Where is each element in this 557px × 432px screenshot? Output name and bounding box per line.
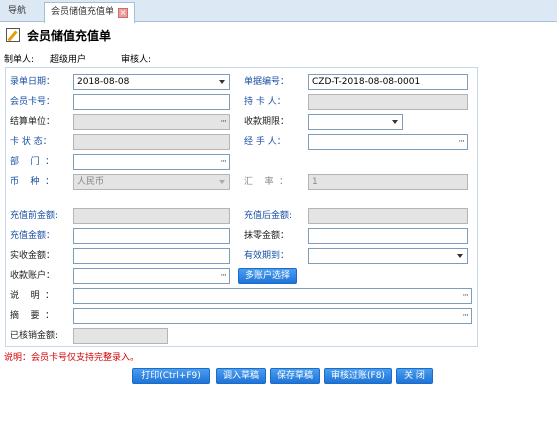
exchange-rate-field: 1 [308,174,468,190]
rounding-amount-label: 抹零金额： [244,231,290,241]
department-field[interactable]: ··· [73,154,230,170]
entry-date-value: 2018-08-08 [77,77,130,87]
recharge-amount-field[interactable] [73,228,230,244]
valid-until-label: 有效期到： [244,251,290,261]
summary-field[interactable]: ··· [73,308,472,324]
currency-value: 人民币 [77,177,105,187]
edit-icon [6,28,20,42]
payment-term-label: 收款期限： [244,117,290,127]
tab-member-recharge[interactable]: 会员储值充值单 × [44,2,136,23]
handler-field[interactable]: ··· [308,134,468,150]
balance-after-field [308,208,468,224]
hint-note: 说明：会员卡号仅支持完整录入。 [4,353,140,363]
description-label: 说 明 ： [10,291,55,301]
tab-member-recharge-label: 会员储值充值单 [51,7,115,17]
summary-label: 摘 要 ： [10,311,55,321]
exchange-rate-value: 1 [312,177,318,187]
received-amount-label: 实收金额： [10,251,56,261]
card-holder-field [308,94,468,110]
doc-no-field[interactable]: CZD-T-2018-08-08-0001 [308,74,468,90]
received-amount-field[interactable] [73,248,230,264]
balance-before-field [73,208,230,224]
rounding-amount-field[interactable] [308,228,468,244]
load-draft-button[interactable]: 调入草稿 [216,368,267,384]
description-field[interactable]: ··· [73,288,472,304]
creator-value: 超级用户 [50,55,87,65]
card-holder-label: 持 卡 人： [244,97,286,107]
department-label: 部 门 ： [10,157,55,167]
doc-no-label: 单据编号： [244,77,290,87]
reviewer-label: 审核人: [121,55,152,65]
print-button[interactable]: 打印(Ctrl+F9) [132,368,210,384]
recharge-amount-label: 充值金额： [10,231,56,241]
member-card-field[interactable] [73,94,230,110]
valid-until-select[interactable] [308,248,468,264]
save-draft-button[interactable]: 保存草稿 [270,368,321,384]
settle-unit-label: 结算单位： [10,117,56,127]
ellipsis-icon[interactable]: ··· [462,309,469,323]
written-off-label: 已核销金额: [10,331,59,341]
ellipsis-icon[interactable]: ··· [220,115,227,129]
written-off-field [73,328,168,344]
dropdown-arrow-icon[interactable] [219,80,225,84]
balance-before-label: 充值前金额: [10,211,59,221]
ellipsis-icon[interactable]: ··· [462,289,469,303]
approve-post-button[interactable]: 审核过账(F8) [324,368,392,384]
close-icon[interactable]: × [118,8,129,18]
dropdown-arrow-icon [219,180,225,184]
multi-account-button[interactable]: 多账户选择 [238,268,298,284]
settle-unit-field[interactable]: ··· [73,114,230,130]
exchange-rate-label: 汇 率 ： [244,177,289,187]
ellipsis-icon[interactable]: ··· [458,135,465,149]
entry-date-field[interactable]: 2018-08-08 [73,74,230,90]
member-card-label: 会员卡号： [10,97,56,107]
handler-label: 经 手 人： [244,137,286,147]
card-status-field [73,134,230,150]
tab-navigation[interactable]: 导航 [2,2,32,22]
balance-after-label: 充值后金额: [244,211,293,221]
page-title: 会员储值充值单 [27,29,112,43]
doc-no-value: CZD-T-2018-08-08-0001 [312,77,421,87]
dropdown-arrow-icon[interactable] [392,120,398,124]
entry-date-label: 录单日期： [10,77,56,87]
ellipsis-icon[interactable]: ··· [220,269,227,283]
card-status-label: 卡 状 态： [10,137,52,147]
receipt-account-field[interactable]: ··· [73,268,230,284]
payment-term-select[interactable] [308,114,403,130]
tab-bar: 导航 会员储值充值单 × [0,0,557,23]
currency-select: 人民币 [73,174,230,190]
ellipsis-icon[interactable]: ··· [220,155,227,169]
dropdown-arrow-icon[interactable] [457,254,463,258]
currency-label: 币 种 ： [10,177,55,187]
close-button[interactable]: 关 闭 [396,368,433,384]
receipt-account-label: 收款账户： [10,271,56,281]
creator-label: 制单人: [4,55,35,65]
